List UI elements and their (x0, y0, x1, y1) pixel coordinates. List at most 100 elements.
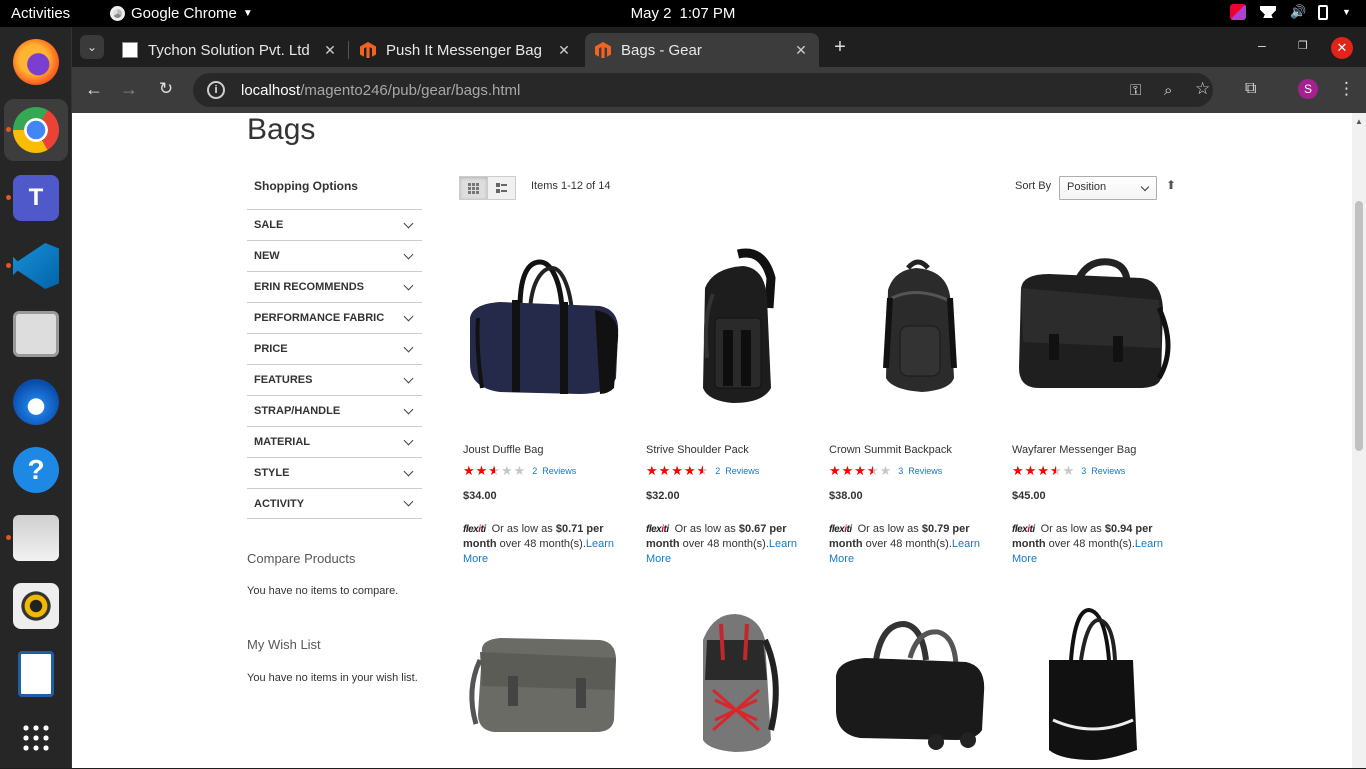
flexiti-offer: flexiti Or as low as $0.67 per month over… (646, 522, 811, 567)
magento-icon (360, 42, 376, 58)
product-name[interactable]: Wayfarer Messenger Bag (1012, 444, 1136, 456)
info-icon[interactable]: i (207, 81, 225, 99)
product-photo[interactable] (826, 600, 996, 768)
flexiti-offer: flexiti Or as low as $0.71 per month over… (463, 522, 628, 567)
flexiti-month: month (829, 538, 863, 550)
page-scrollbar[interactable]: ▲ (1352, 113, 1366, 768)
product-photo[interactable] (460, 238, 630, 418)
product-photo[interactable] (643, 238, 813, 418)
flexiti-month: month (463, 538, 497, 550)
filter-new[interactable]: NEW (247, 240, 422, 271)
dock-libreoffice-impress[interactable] (4, 643, 68, 705)
product-photo[interactable] (1009, 238, 1179, 418)
key-icon[interactable]: ⚿ (1130, 82, 1141, 99)
product-name[interactable]: Strive Shoulder Pack (646, 444, 749, 456)
extensions-icon[interactable]: ⧉ (1245, 80, 1256, 98)
notification-app-icon[interactable] (1230, 4, 1246, 20)
tab-push-it[interactable]: Push It Messenger Bag ✕ (350, 33, 582, 67)
flexiti-prefix: Or as low as (1040, 523, 1102, 535)
flexiti-amount: $0.79 per (921, 523, 970, 535)
reviews-link[interactable]: 3 Reviews (898, 466, 947, 476)
zoom-icon[interactable]: ⌕ (1164, 82, 1172, 99)
reviews-link[interactable]: 3 Reviews (1081, 466, 1130, 476)
scrollbar-thumb[interactable] (1355, 201, 1363, 451)
filter-label: SALE (254, 219, 284, 231)
product-photo[interactable] (1009, 600, 1179, 768)
filter-erin-recommends[interactable]: ERIN RECOMMENDS (247, 271, 422, 302)
reviews-link[interactable]: 2 Reviews (532, 466, 581, 476)
sort-value: Position (1067, 181, 1107, 193)
volume-icon: 🔊 (1290, 4, 1307, 19)
sort-select[interactable]: Position (1059, 176, 1157, 200)
running-indicator (6, 263, 11, 268)
list-view-button[interactable] (487, 176, 516, 200)
close-icon[interactable]: ✕ (793, 42, 809, 59)
grid-icon (21, 723, 51, 753)
filter-label: MATERIAL (254, 436, 311, 448)
sort-direction-up-icon[interactable]: ⬆ (1166, 178, 1176, 192)
tab-title: Bags - Gear (621, 41, 702, 59)
firefox-icon (13, 39, 59, 85)
filter-activity[interactable]: ACTIVITY (247, 488, 422, 519)
chevron-down-icon (403, 311, 414, 321)
reload-button[interactable]: ↻ (155, 79, 177, 99)
compare-products-title: Compare Products (247, 551, 356, 566)
maximize-button[interactable]: ❐ (1298, 39, 1308, 52)
product-photo[interactable] (826, 238, 996, 418)
filter-label: ACTIVITY (254, 497, 305, 510)
flexiti-logo: flexiti (829, 524, 852, 535)
dock-chrome[interactable] (4, 99, 68, 161)
document-icon (18, 651, 54, 697)
tab-search-button[interactable]: ⌄ (80, 35, 104, 59)
dock-teams[interactable]: T (4, 167, 68, 229)
dock-help[interactable]: ? (4, 439, 68, 501)
chevron-down-icon (1140, 182, 1150, 192)
tab-bags-gear[interactable]: Bags - Gear ✕ (585, 33, 819, 67)
product-photo[interactable] (643, 600, 813, 768)
back-button[interactable]: ← (83, 79, 105, 100)
chevron-down-icon (403, 404, 414, 414)
url-host: localhost (241, 81, 301, 99)
dock-image-viewer[interactable] (4, 303, 68, 365)
grid-view-button[interactable] (459, 176, 488, 200)
dock-vscode[interactable] (4, 235, 68, 297)
system-tray[interactable]: 🔊 ▼ (1230, 4, 1352, 20)
product-photo[interactable] (460, 600, 630, 768)
forward-button[interactable]: → (118, 79, 140, 100)
profile-avatar[interactable]: S (1298, 79, 1318, 99)
menu-icon[interactable]: ⋮ (1338, 79, 1355, 99)
dock-files[interactable] (4, 507, 68, 569)
filter-price[interactable]: PRICE (247, 333, 422, 364)
tab-tychon[interactable]: Tychon Solution Pvt. Ltd ✕ (112, 33, 348, 67)
product-name[interactable]: Crown Summit Backpack (829, 444, 952, 456)
minimize-button[interactable]: – (1258, 37, 1266, 53)
filter-style[interactable]: STYLE (247, 457, 422, 488)
review-label: Reviews (908, 466, 943, 476)
close-window-button[interactable]: ✕ (1331, 37, 1353, 59)
filter-strap-handle[interactable]: STRAP/HANDLE (247, 395, 422, 426)
close-icon[interactable]: ✕ (322, 42, 338, 59)
battery-icon (1318, 4, 1328, 20)
filter-performance-fabric[interactable]: PERFORMANCE FABRIC (247, 302, 422, 333)
filter-label: FEATURES (254, 374, 313, 386)
review-label: Reviews (1091, 466, 1126, 476)
dock-firefox[interactable] (4, 31, 68, 93)
scroll-up-arrow-icon[interactable]: ▲ (1355, 117, 1363, 126)
close-icon[interactable]: ✕ (556, 42, 572, 59)
wishlist-title: My Wish List (247, 637, 321, 652)
dock-rhythmbox[interactable] (4, 575, 68, 637)
address-bar[interactable]: i localhost/magento246/pub/gear/bags.htm… (193, 73, 1213, 107)
filter-features[interactable]: FEATURES (247, 364, 422, 395)
activities-button[interactable]: Activities (11, 5, 70, 22)
bookmark-star-icon[interactable]: ☆ (1195, 79, 1210, 99)
sidebar: Shopping Options SALE NEW ERIN RECOMMEND… (247, 179, 422, 519)
product-name[interactable]: Joust Duffle Bag (463, 444, 544, 456)
filter-sale[interactable]: SALE (247, 209, 422, 240)
filter-material[interactable]: MATERIAL (247, 426, 422, 457)
reviews-link[interactable]: 2 Reviews (715, 466, 764, 476)
app-menu[interactable]: Google Chrome ▼ (110, 5, 253, 22)
new-tab-button[interactable]: + (830, 36, 850, 59)
chevron-down-icon: ▼ (242, 8, 253, 19)
show-apps-button[interactable] (4, 707, 68, 769)
dock-thunderbird[interactable] (4, 371, 68, 433)
